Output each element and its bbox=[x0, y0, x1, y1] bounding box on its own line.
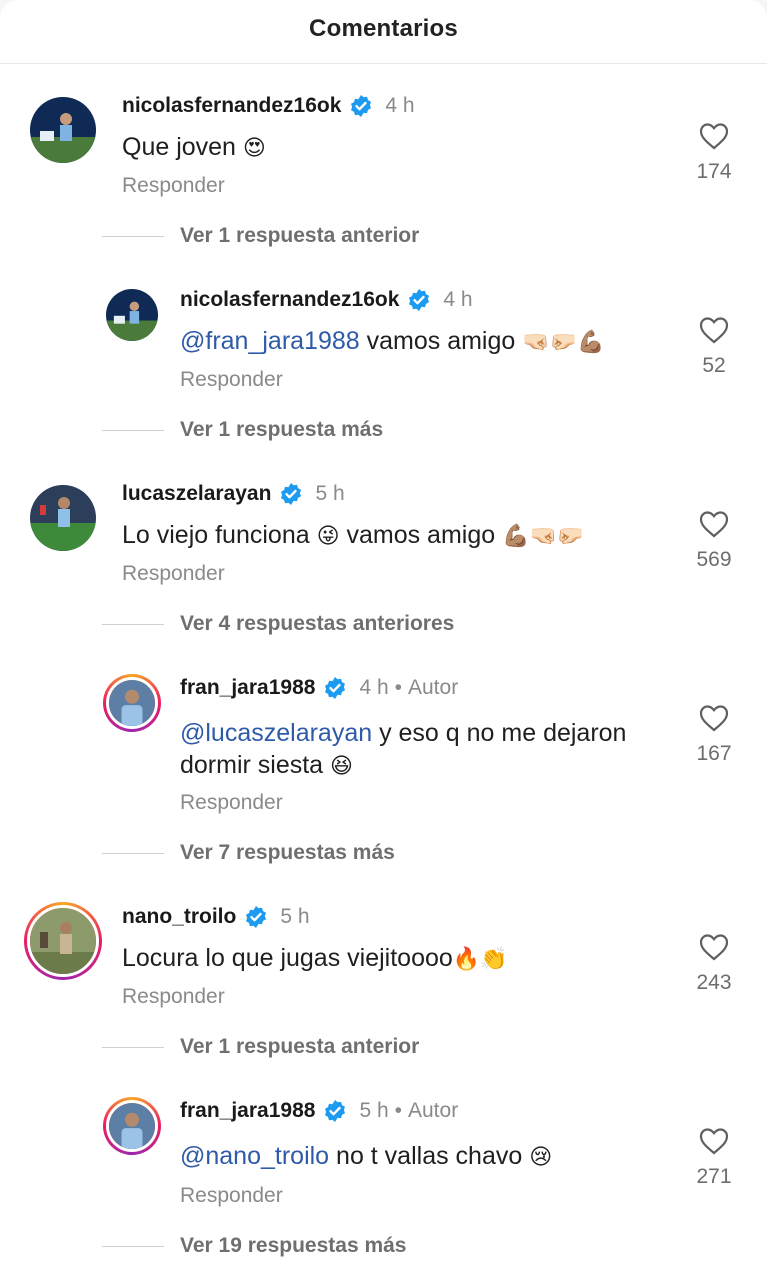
comment-text: @fran_jara1988 vamos amigo 🤜🏻🤛🏻💪🏽 bbox=[180, 327, 605, 355]
avatar-story-ring[interactable] bbox=[24, 902, 102, 980]
comment-text: Que joven 😍 bbox=[122, 133, 266, 161]
heart-icon bbox=[699, 1128, 729, 1155]
divider bbox=[102, 235, 164, 237]
mention-link[interactable]: @fran_jara1988 bbox=[180, 327, 360, 355]
comments-sheet: Comentarios nicolasfernandez16ok 4 h Que… bbox=[0, 0, 767, 1271]
like-button[interactable]: 569 bbox=[684, 509, 744, 572]
like-count: 52 bbox=[702, 354, 726, 377]
divider bbox=[102, 429, 164, 431]
username[interactable]: nicolasfernandez16ok bbox=[122, 94, 341, 118]
emoji: 🤜🏻🤛🏻💪🏽 bbox=[522, 330, 605, 355]
comment-text: @nano_troilo no t vallas chavo 😢 bbox=[180, 1142, 553, 1170]
like-button[interactable]: 271 bbox=[684, 1126, 744, 1189]
view-replies-link[interactable]: Ver 1 respuesta anterior bbox=[102, 224, 419, 248]
verified-badge-icon bbox=[349, 94, 373, 118]
reply-button[interactable]: Responder bbox=[122, 174, 225, 198]
like-button[interactable]: 243 bbox=[684, 932, 744, 995]
author-label: Autor bbox=[408, 676, 459, 699]
reply-button[interactable]: Responder bbox=[180, 1184, 283, 1208]
username[interactable]: lucaszelarayan bbox=[122, 482, 271, 506]
comment-text: Locura lo que jugas viejitoooo🔥👏 bbox=[122, 944, 508, 972]
verified-badge-icon bbox=[279, 482, 303, 506]
divider bbox=[102, 1245, 164, 1247]
separator-dot: • bbox=[394, 1099, 402, 1122]
heart-icon bbox=[699, 123, 729, 150]
reply-button[interactable]: Responder bbox=[122, 985, 225, 1009]
avatar[interactable] bbox=[30, 97, 96, 163]
verified-badge-icon bbox=[407, 288, 431, 312]
heart-icon bbox=[699, 511, 729, 538]
avatar bbox=[106, 1100, 158, 1152]
like-count: 569 bbox=[696, 548, 732, 571]
like-count: 167 bbox=[696, 742, 732, 765]
comment-time: 4 h bbox=[443, 288, 473, 311]
separator-dot: • bbox=[394, 676, 402, 699]
view-replies-link[interactable]: Ver 1 respuesta anterior bbox=[102, 1035, 419, 1059]
emoji: 😍 bbox=[242, 136, 266, 161]
avatar-story-ring[interactable] bbox=[103, 674, 161, 732]
comment-meta: nicolasfernandez16ok 4 h bbox=[122, 94, 415, 118]
like-count: 271 bbox=[696, 1165, 732, 1188]
emoji: 🔥👏 bbox=[452, 947, 508, 972]
like-button[interactable]: 52 bbox=[684, 315, 744, 378]
comment-text-line2: dormir siesta 😆 bbox=[180, 751, 353, 779]
divider bbox=[102, 623, 164, 625]
like-count: 243 bbox=[696, 971, 732, 994]
username[interactable]: fran_jara1988 bbox=[180, 676, 315, 700]
divider bbox=[102, 1046, 164, 1048]
emoji: 😢 bbox=[529, 1145, 553, 1170]
view-replies-link[interactable]: Ver 7 respuestas más bbox=[102, 841, 395, 865]
comment-meta: nicolasfernandez16ok 4 h bbox=[180, 288, 473, 312]
view-replies-link[interactable]: Ver 4 respuestas anteriores bbox=[102, 612, 454, 636]
reply-button[interactable]: Responder bbox=[180, 791, 283, 815]
reply-button[interactable]: Responder bbox=[122, 562, 225, 586]
mention-link[interactable]: @nano_troilo bbox=[180, 1142, 329, 1170]
comment-time: 5 h bbox=[315, 482, 345, 505]
avatar-story-ring[interactable] bbox=[103, 1097, 161, 1155]
heart-icon bbox=[699, 705, 729, 732]
author-label: Autor bbox=[408, 1099, 459, 1122]
comment-meta: lucaszelarayan 5 h bbox=[122, 482, 345, 506]
view-replies-link[interactable]: Ver 1 respuesta más bbox=[102, 418, 383, 442]
verified-badge-icon bbox=[323, 1099, 347, 1123]
emoji: 💪🏽🤜🏻🤛🏻 bbox=[502, 524, 585, 549]
emoji: 😜 bbox=[316, 524, 340, 549]
comment-meta: fran_jara1988 4 h • Autor bbox=[180, 676, 458, 700]
avatar bbox=[27, 905, 99, 977]
like-button[interactable]: 174 bbox=[684, 121, 744, 184]
comments-header: Comentarios bbox=[0, 0, 767, 64]
comment-meta: nano_troilo 5 h bbox=[122, 905, 310, 929]
reply-button[interactable]: Responder bbox=[180, 368, 283, 392]
comment-time: 5 h bbox=[359, 1099, 389, 1122]
comment-text: Lo viejo funciona 😜 vamos amigo 💪🏽🤜🏻🤛🏻 bbox=[122, 521, 585, 549]
page-title: Comentarios bbox=[309, 15, 458, 42]
divider bbox=[102, 852, 164, 854]
comment-time: 5 h bbox=[280, 905, 310, 928]
username[interactable]: nano_troilo bbox=[122, 905, 236, 929]
mention-link[interactable]: @lucaszelarayan bbox=[180, 719, 372, 747]
heart-icon bbox=[699, 317, 729, 344]
comment-time: 4 h bbox=[359, 676, 389, 699]
like-count: 174 bbox=[696, 160, 732, 183]
comment-time: 4 h bbox=[385, 94, 415, 117]
verified-badge-icon bbox=[323, 676, 347, 700]
like-button[interactable]: 167 bbox=[684, 703, 744, 766]
heart-icon bbox=[699, 934, 729, 961]
comment-meta: fran_jara1988 5 h • Autor bbox=[180, 1099, 458, 1123]
avatar[interactable] bbox=[106, 289, 158, 341]
view-replies-link[interactable]: Ver 19 respuestas más bbox=[102, 1234, 407, 1258]
username[interactable]: fran_jara1988 bbox=[180, 1099, 315, 1123]
comment-text: @lucaszelarayan y eso q no me dejaron bbox=[180, 719, 627, 747]
username[interactable]: nicolasfernandez16ok bbox=[180, 288, 399, 312]
verified-badge-icon bbox=[244, 905, 268, 929]
emoji: 😆 bbox=[330, 754, 353, 779]
avatar[interactable] bbox=[30, 485, 96, 551]
avatar bbox=[106, 677, 158, 729]
